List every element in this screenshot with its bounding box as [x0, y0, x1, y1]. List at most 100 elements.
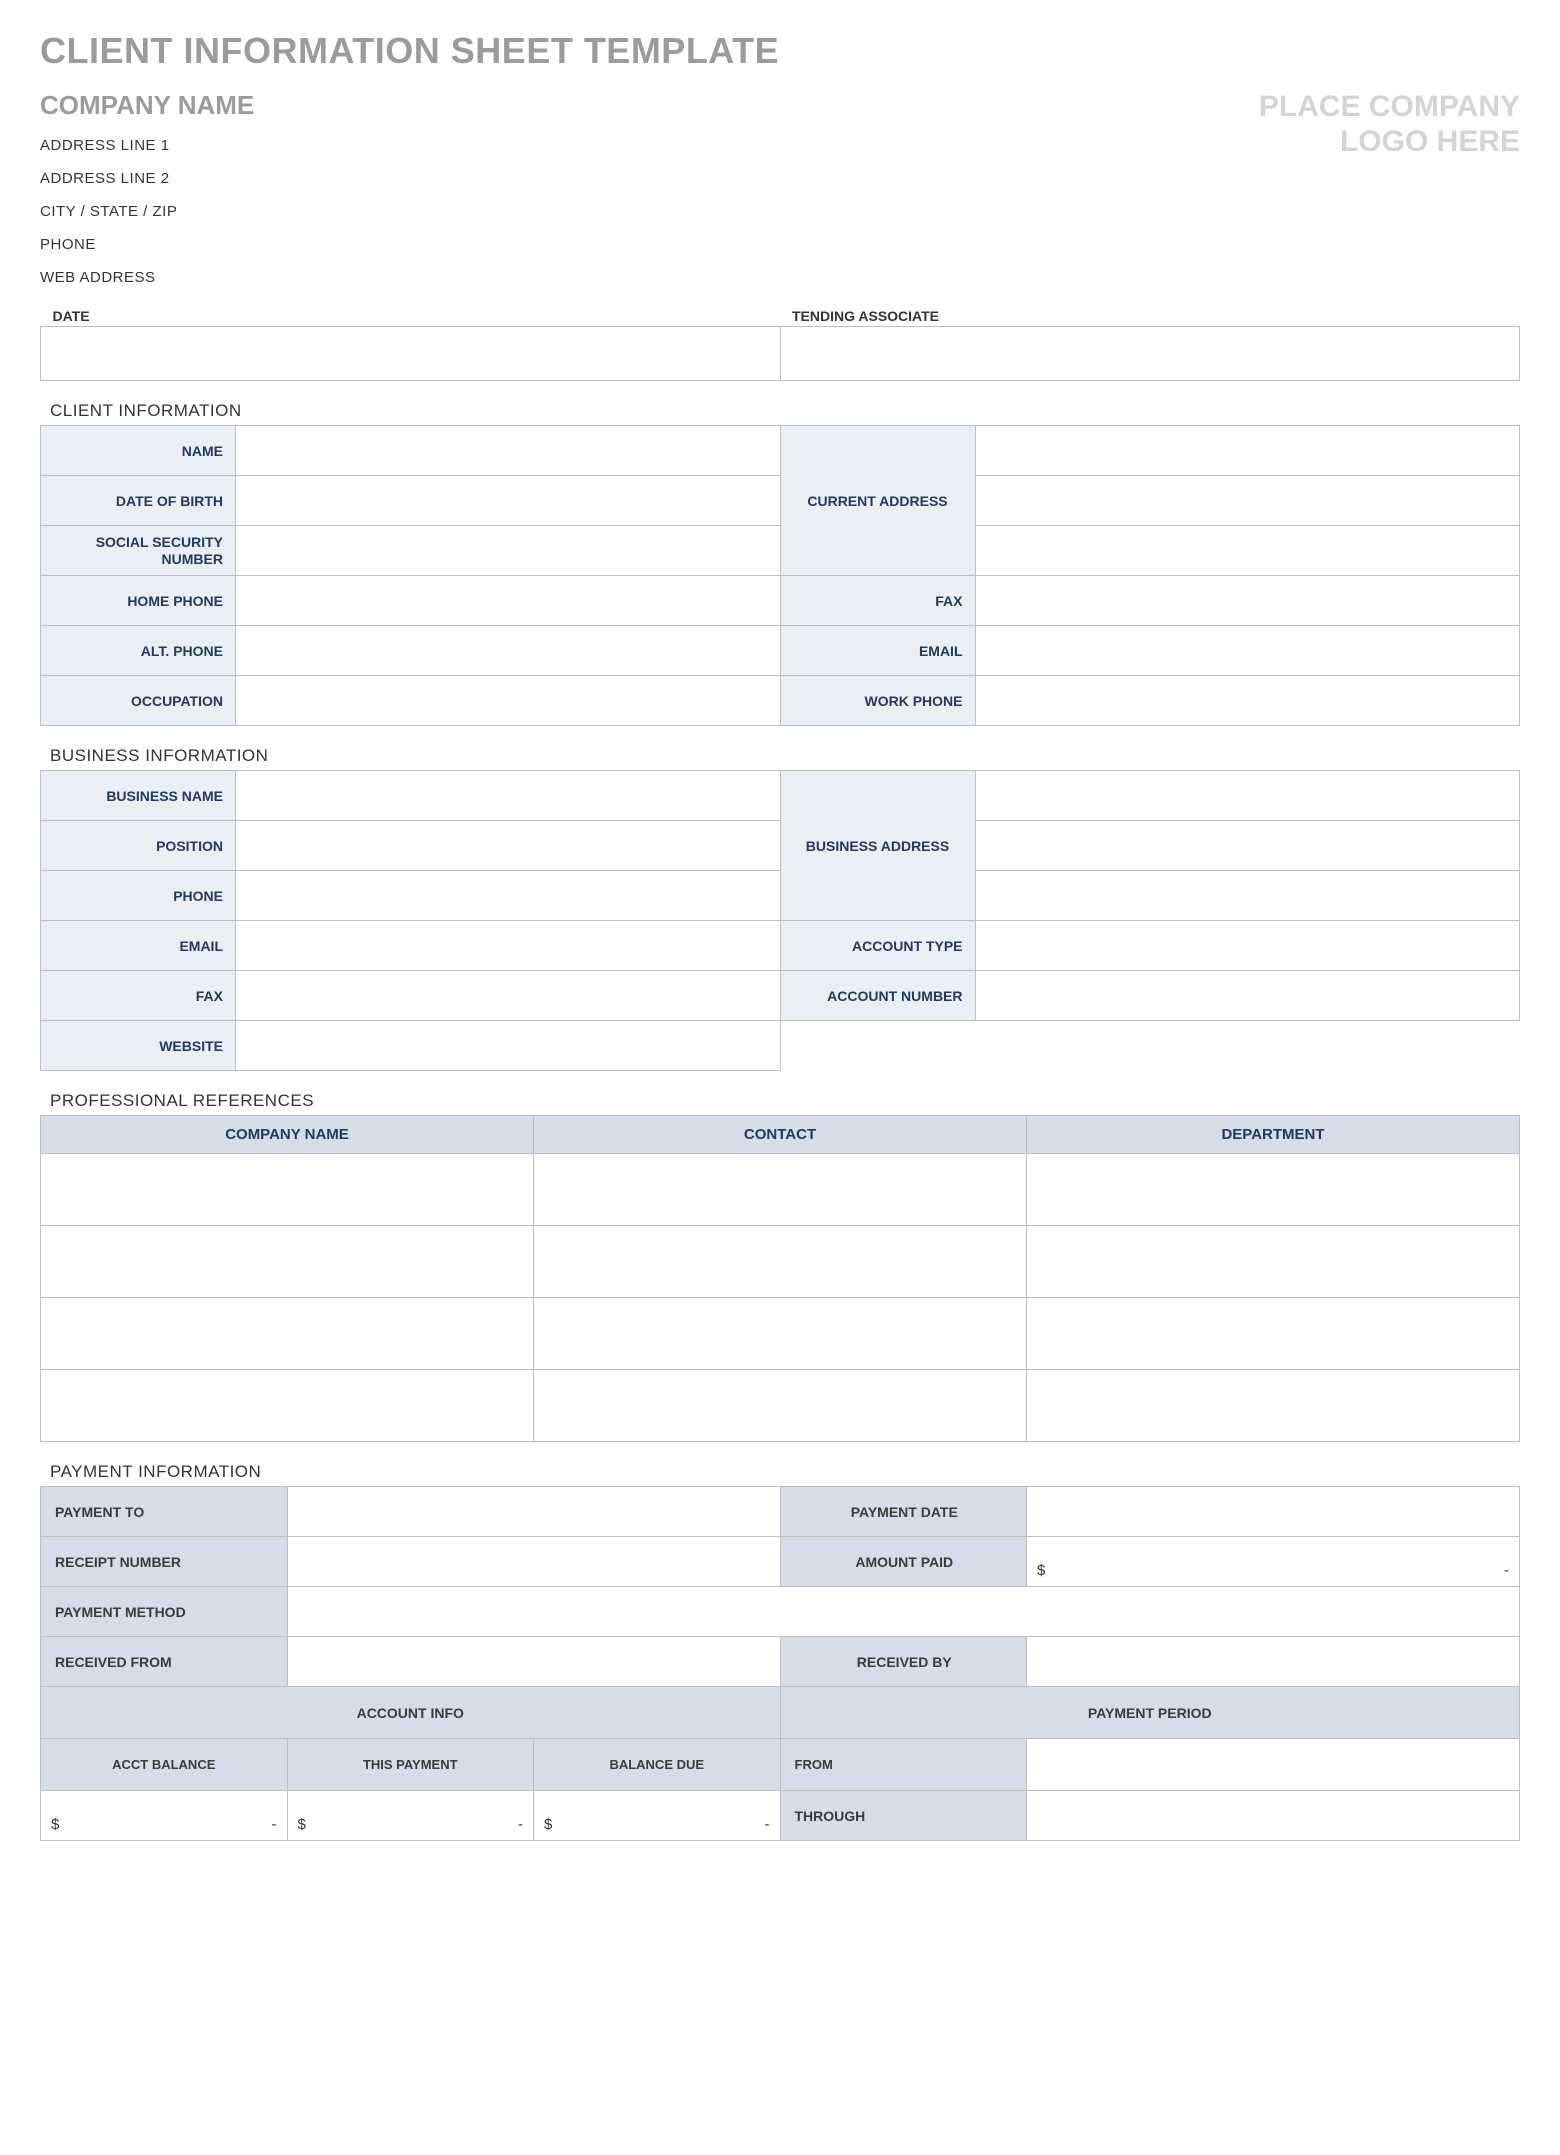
- ref-company-3[interactable]: [41, 1298, 534, 1370]
- input-business-address-2[interactable]: [975, 821, 1520, 871]
- label-email: EMAIL: [780, 626, 975, 676]
- address-line-1: ADDRESS LINE 1: [40, 129, 254, 162]
- input-receipt-number[interactable]: [287, 1537, 780, 1587]
- label-amount-paid: AMOUNT PAID: [780, 1537, 1027, 1587]
- input-current-address-3[interactable]: [975, 526, 1520, 576]
- tending-associate-input[interactable]: [780, 327, 1520, 381]
- input-dob[interactable]: [236, 476, 781, 526]
- input-occupation[interactable]: [236, 676, 781, 726]
- label-received-from: RECEIVED FROM: [41, 1637, 288, 1687]
- ref-dept-4[interactable]: [1027, 1370, 1520, 1442]
- input-work-phone[interactable]: [975, 676, 1520, 726]
- label-biz-email: EMAIL: [41, 921, 236, 971]
- ref-contact-3[interactable]: [534, 1298, 1027, 1370]
- input-biz-email[interactable]: [236, 921, 781, 971]
- label-biz-fax: FAX: [41, 971, 236, 1021]
- logo-placeholder: PLACE COMPANY LOGO HERE: [1259, 90, 1520, 159]
- ref-company-4[interactable]: [41, 1370, 534, 1442]
- input-payment-method[interactable]: [287, 1587, 1520, 1637]
- label-website: WEBSITE: [41, 1021, 236, 1071]
- section-prof-refs: PROFESSIONAL REFERENCES: [50, 1091, 1520, 1111]
- tending-associate-label: TENDING ASSOCIATE: [780, 308, 1520, 327]
- client-info-table: NAME CURRENT ADDRESS DATE OF BIRTH SOCIA…: [40, 425, 1520, 726]
- input-business-address-1[interactable]: [975, 771, 1520, 821]
- label-dob: DATE OF BIRTH: [41, 476, 236, 526]
- input-home-phone[interactable]: [236, 576, 781, 626]
- input-account-type[interactable]: [975, 921, 1520, 971]
- prof-refs-table: COMPANY NAME CONTACT DEPARTMENT: [40, 1115, 1520, 1442]
- label-through: THROUGH: [780, 1791, 1027, 1841]
- label-name: NAME: [41, 426, 236, 476]
- label-business-name: BUSINESS NAME: [41, 771, 236, 821]
- input-position[interactable]: [236, 821, 781, 871]
- label-account-number: ACCOUNT NUMBER: [780, 971, 975, 1021]
- input-business-address-3[interactable]: [975, 871, 1520, 921]
- label-from: FROM: [780, 1739, 1027, 1791]
- label-fax: FAX: [780, 576, 975, 626]
- input-balance-due[interactable]: $-: [534, 1791, 781, 1841]
- label-receipt-number: RECEIPT NUMBER: [41, 1537, 288, 1587]
- input-email[interactable]: [975, 626, 1520, 676]
- label-account-type: ACCOUNT TYPE: [780, 921, 975, 971]
- label-position: POSITION: [41, 821, 236, 871]
- input-amount-paid[interactable]: $ -: [1027, 1537, 1520, 1587]
- label-ssn: SOCIAL SECURITYNUMBER: [41, 526, 236, 576]
- label-current-address: CURRENT ADDRESS: [780, 426, 975, 576]
- web-line: WEB ADDRESS: [40, 261, 254, 294]
- label-occupation: OCCUPATION: [41, 676, 236, 726]
- input-alt-phone[interactable]: [236, 626, 781, 676]
- payment-info-table: PAYMENT TO PAYMENT DATE RECEIPT NUMBER A…: [40, 1486, 1520, 1841]
- input-payment-date[interactable]: [1027, 1487, 1520, 1537]
- address-line-2: ADDRESS LINE 2: [40, 162, 254, 195]
- input-acct-balance[interactable]: $-: [41, 1791, 288, 1841]
- label-this-payment: THIS PAYMENT: [287, 1739, 534, 1791]
- header-payment-period: PAYMENT PERIOD: [780, 1687, 1520, 1739]
- input-current-address-1[interactable]: [975, 426, 1520, 476]
- label-business-address: BUSINESS ADDRESS: [780, 771, 975, 921]
- ref-dept-1[interactable]: [1027, 1154, 1520, 1226]
- city-state-zip: CITY / STATE / ZIP: [40, 195, 254, 228]
- phone-line: PHONE: [40, 228, 254, 261]
- input-account-number[interactable]: [975, 971, 1520, 1021]
- header-account-info: ACCOUNT INFO: [41, 1687, 781, 1739]
- date-label: DATE: [41, 308, 781, 327]
- ref-contact-1[interactable]: [534, 1154, 1027, 1226]
- ref-dept-2[interactable]: [1027, 1226, 1520, 1298]
- business-info-table: BUSINESS NAME BUSINESS ADDRESS POSITION …: [40, 770, 1520, 1071]
- section-business-info: BUSINESS INFORMATION: [50, 746, 1520, 766]
- label-payment-to: PAYMENT TO: [41, 1487, 288, 1537]
- ref-dept-3[interactable]: [1027, 1298, 1520, 1370]
- refs-col-contact: CONTACT: [534, 1116, 1027, 1154]
- refs-col-department: DEPARTMENT: [1027, 1116, 1520, 1154]
- input-this-payment[interactable]: $-: [287, 1791, 534, 1841]
- section-client-info: CLIENT INFORMATION: [50, 401, 1520, 421]
- label-balance-due: BALANCE DUE: [534, 1739, 781, 1791]
- label-received-by: RECEIVED BY: [780, 1637, 1027, 1687]
- input-website[interactable]: [236, 1021, 781, 1071]
- input-business-name[interactable]: [236, 771, 781, 821]
- input-received-from[interactable]: [287, 1637, 780, 1687]
- ref-company-1[interactable]: [41, 1154, 534, 1226]
- page-title: CLIENT INFORMATION SHEET TEMPLATE: [40, 30, 1520, 72]
- label-acct-balance: ACCT BALANCE: [41, 1739, 288, 1791]
- input-ssn[interactable]: [236, 526, 781, 576]
- date-input[interactable]: [41, 327, 781, 381]
- input-biz-fax[interactable]: [236, 971, 781, 1021]
- ref-company-2[interactable]: [41, 1226, 534, 1298]
- logo-line-2: LOGO HERE: [1259, 125, 1520, 160]
- ref-contact-2[interactable]: [534, 1226, 1027, 1298]
- label-biz-phone: PHONE: [41, 871, 236, 921]
- input-biz-phone[interactable]: [236, 871, 781, 921]
- refs-col-company: COMPANY NAME: [41, 1116, 534, 1154]
- input-received-by[interactable]: [1027, 1637, 1520, 1687]
- ref-contact-4[interactable]: [534, 1370, 1027, 1442]
- company-name: COMPANY NAME: [40, 90, 254, 121]
- input-current-address-2[interactable]: [975, 476, 1520, 526]
- input-payment-to[interactable]: [287, 1487, 780, 1537]
- label-payment-method: PAYMENT METHOD: [41, 1587, 288, 1637]
- label-payment-date: PAYMENT DATE: [780, 1487, 1027, 1537]
- input-fax[interactable]: [975, 576, 1520, 626]
- input-name[interactable]: [236, 426, 781, 476]
- input-from[interactable]: [1027, 1739, 1520, 1791]
- input-through[interactable]: [1027, 1791, 1520, 1841]
